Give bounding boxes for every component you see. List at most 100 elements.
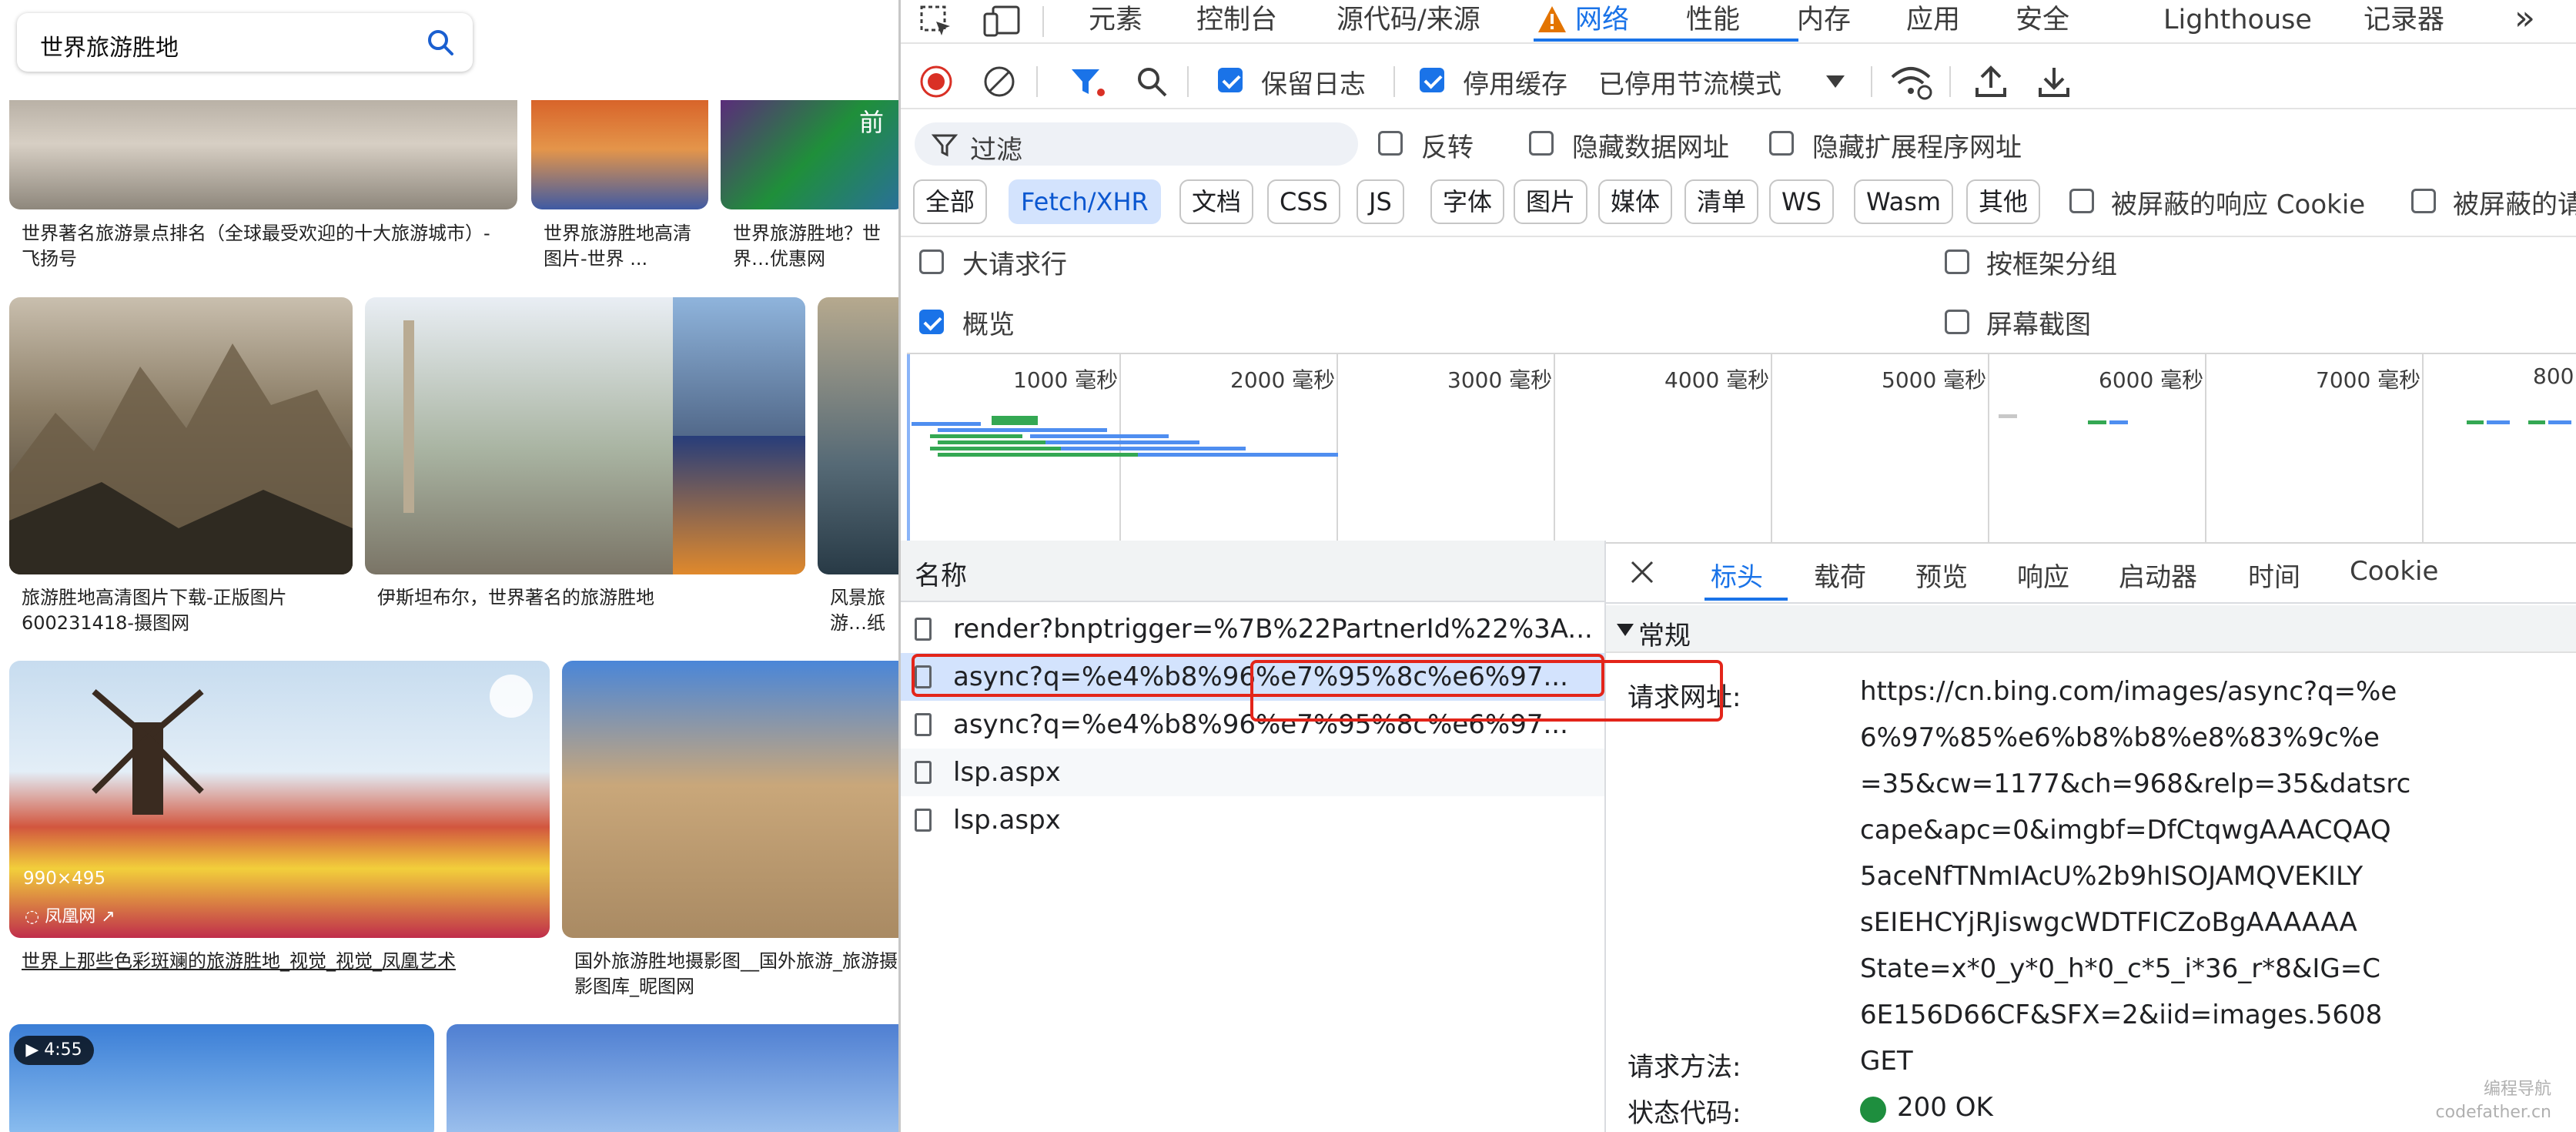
save-to-collection-icon[interactable] — [490, 675, 533, 718]
watermark: 编程导航 codefather.cn — [2435, 1080, 2551, 1122]
search-query[interactable]: 世界旅游胜地 — [40, 28, 179, 62]
tab-sources[interactable]: 源代码/来源 — [1337, 0, 1480, 40]
search-network-icon[interactable] — [1135, 65, 1169, 99]
request-url-value: 6E156D66CF&SFX=2&iid=images.5608 — [1860, 1000, 2383, 1030]
result-image[interactable] — [9, 661, 550, 938]
type-filter-all[interactable]: 全部 — [913, 179, 988, 224]
type-filter-media[interactable]: 媒体 — [1598, 179, 1673, 224]
result-image[interactable] — [9, 100, 517, 209]
overview-tick: 1000 毫秒 — [1013, 367, 1119, 393]
network-conditions-icon[interactable] — [1889, 63, 1932, 100]
screenshots-checkbox[interactable] — [1945, 310, 1969, 334]
request-url-value: 5aceNfTNmIAcU%2b9hISOJAMQVEKILY — [1860, 861, 2364, 892]
tab-headers[interactable]: 标头 — [1711, 556, 1763, 594]
result-image[interactable] — [447, 1024, 898, 1132]
preserve-log-checkbox[interactable] — [1218, 68, 1243, 92]
tab-response[interactable]: 响应 — [2017, 556, 2069, 594]
request-row[interactable]: lsp.aspx — [901, 749, 1604, 796]
invert-checkbox[interactable] — [1378, 131, 1403, 156]
status-ok-icon — [1860, 1097, 1886, 1123]
inspect-element-icon[interactable] — [919, 5, 953, 39]
type-filter-js[interactable]: JS — [1357, 179, 1404, 224]
type-filter-font[interactable]: 字体 — [1430, 179, 1505, 224]
general-section-header[interactable]: 常规 — [1606, 605, 2576, 653]
tab-performance[interactable]: 性能 — [1686, 0, 1740, 40]
status-code-label: 状态代码: — [1628, 1098, 1741, 1129]
network-overview[interactable]: 1000 毫秒 2000 毫秒 3000 毫秒 4000 毫秒 5000 毫秒 … — [907, 353, 2576, 544]
type-filter-css[interactable]: CSS — [1267, 179, 1340, 224]
result-image[interactable] — [818, 297, 898, 574]
disable-cache-checkbox[interactable] — [1420, 68, 1444, 92]
hide-data-urls-checkbox[interactable] — [1529, 131, 1554, 156]
result-image[interactable]: 前 — [721, 100, 898, 209]
export-har-icon[interactable] — [2037, 63, 2071, 100]
tab-elements[interactable]: 元素 — [1089, 0, 1142, 40]
preserve-log-label: 保留日志 — [1261, 69, 1366, 100]
tab-console[interactable]: 控制台 — [1196, 0, 1277, 40]
search-icon[interactable] — [425, 27, 456, 58]
request-url-value: https://cn.bing.com/images/async?q=%e — [1860, 676, 2397, 707]
request-row[interactable]: render?bnptrigger=%7B%22PartnerId%22%3A.… — [901, 605, 1604, 653]
request-url-value: State=x*0_y*0_h*0_c*5_i*36_r*8&IG=C — [1860, 953, 2380, 984]
active-detail-tab-indicator — [1705, 598, 1788, 601]
warning-icon — [1538, 6, 1566, 32]
type-filter-manifest[interactable]: 清单 — [1684, 179, 1759, 224]
tab-payload[interactable]: 载荷 — [1814, 556, 1866, 594]
search-box[interactable]: 世界旅游胜地 — [17, 13, 473, 72]
tab-memory[interactable]: 内存 — [1797, 0, 1851, 40]
overview-checkbox[interactable] — [919, 310, 944, 334]
clear-icon[interactable] — [982, 65, 1016, 99]
result-image[interactable] — [531, 100, 708, 209]
result-caption[interactable]: 世界著名旅游景点排名（全球最受欢迎的十大旅游城市）-飞扬号 — [22, 221, 499, 275]
tab-application[interactable]: 应用 — [1906, 0, 1960, 40]
tab-network[interactable]: 网络 — [1575, 0, 1629, 40]
group-by-frame-checkbox[interactable] — [1945, 250, 1969, 274]
throttling-select[interactable]: 已停用节流模式 — [1598, 63, 1781, 101]
type-filter-fetch-xhr[interactable]: Fetch/XHR — [1009, 179, 1161, 224]
filter-funnel-icon — [932, 134, 958, 157]
type-filter-document[interactable]: 文档 — [1179, 179, 1254, 224]
hide-extension-urls-checkbox[interactable] — [1769, 131, 1794, 156]
tab-lighthouse[interactable]: Lighthouse — [2163, 0, 2312, 40]
hide-data-urls-label: 隐藏数据网址 — [1572, 132, 1729, 163]
result-caption[interactable]: 旅游胜地高清图片下载-正版图片600231418-摄图网 — [22, 585, 345, 639]
result-caption[interactable]: 风景旅游…纸网 — [830, 585, 898, 639]
tab-security[interactable]: 安全 — [2016, 0, 2069, 40]
big-request-rows-checkbox[interactable] — [919, 250, 944, 274]
type-filter-wasm[interactable]: Wasm — [1854, 179, 1954, 224]
import-har-icon[interactable] — [1974, 63, 2008, 100]
blocked-cookies-checkbox[interactable] — [2069, 189, 2094, 213]
record-icon[interactable] — [919, 65, 953, 99]
blocked-requests-checkbox[interactable] — [2411, 189, 2436, 213]
result-caption[interactable]: 世界旅游胜地高清图片-世界 ... — [544, 221, 705, 275]
result-image[interactable] — [365, 297, 805, 574]
tab-cookies[interactable]: Cookie — [2350, 556, 2438, 587]
result-caption[interactable]: 世界旅游胜地？世界…优惠网 — [733, 221, 898, 275]
image-source[interactable]: ◌ 凤凰网 ↗ — [25, 903, 115, 927]
name-column-header[interactable]: 名称 — [901, 541, 1604, 602]
result-image[interactable] — [9, 297, 353, 574]
result-caption[interactable]: 国外旅游胜地摄影图__国外旅游_旅游摄影图库_昵图网 — [574, 949, 898, 1003]
tab-preview[interactable]: 预览 — [1915, 556, 1968, 594]
close-icon[interactable] — [1629, 559, 1655, 585]
overview-tick: 2000 毫秒 — [1230, 367, 1336, 393]
tab-recorder[interactable]: 记录器 — [2364, 0, 2444, 40]
more-tabs-icon[interactable]: » — [2514, 0, 2535, 39]
type-filter-ws[interactable]: WS — [1769, 179, 1834, 224]
type-filter-other[interactable]: 其他 — [1966, 179, 2041, 224]
filter-icon[interactable] — [1069, 65, 1107, 99]
result-caption[interactable]: 世界上那些色彩斑斓的旅游胜地_视觉_视觉_凤凰艺术 — [22, 949, 545, 976]
tab-initiator[interactable]: 启动器 — [2119, 556, 2197, 594]
type-filter-image[interactable]: 图片 — [1514, 179, 1588, 224]
overview-tick: 7000 毫秒 — [2316, 367, 2421, 393]
filter-input[interactable]: 过滤 — [915, 122, 1358, 166]
device-toolbar-icon[interactable] — [982, 5, 1021, 39]
dropdown-arrow-icon[interactable] — [1825, 74, 1846, 89]
request-url-value: 6%97%85%e6%b8%b8%e8%83%9c%e — [1860, 722, 2380, 753]
result-image[interactable] — [562, 661, 898, 938]
tab-timing[interactable]: 时间 — [2248, 556, 2300, 594]
document-icon — [915, 713, 932, 736]
result-caption[interactable]: 伊斯坦布尔，世界著名的旅游胜地 — [377, 585, 793, 613]
document-icon — [915, 618, 932, 641]
request-row[interactable]: lsp.aspx — [901, 796, 1604, 844]
